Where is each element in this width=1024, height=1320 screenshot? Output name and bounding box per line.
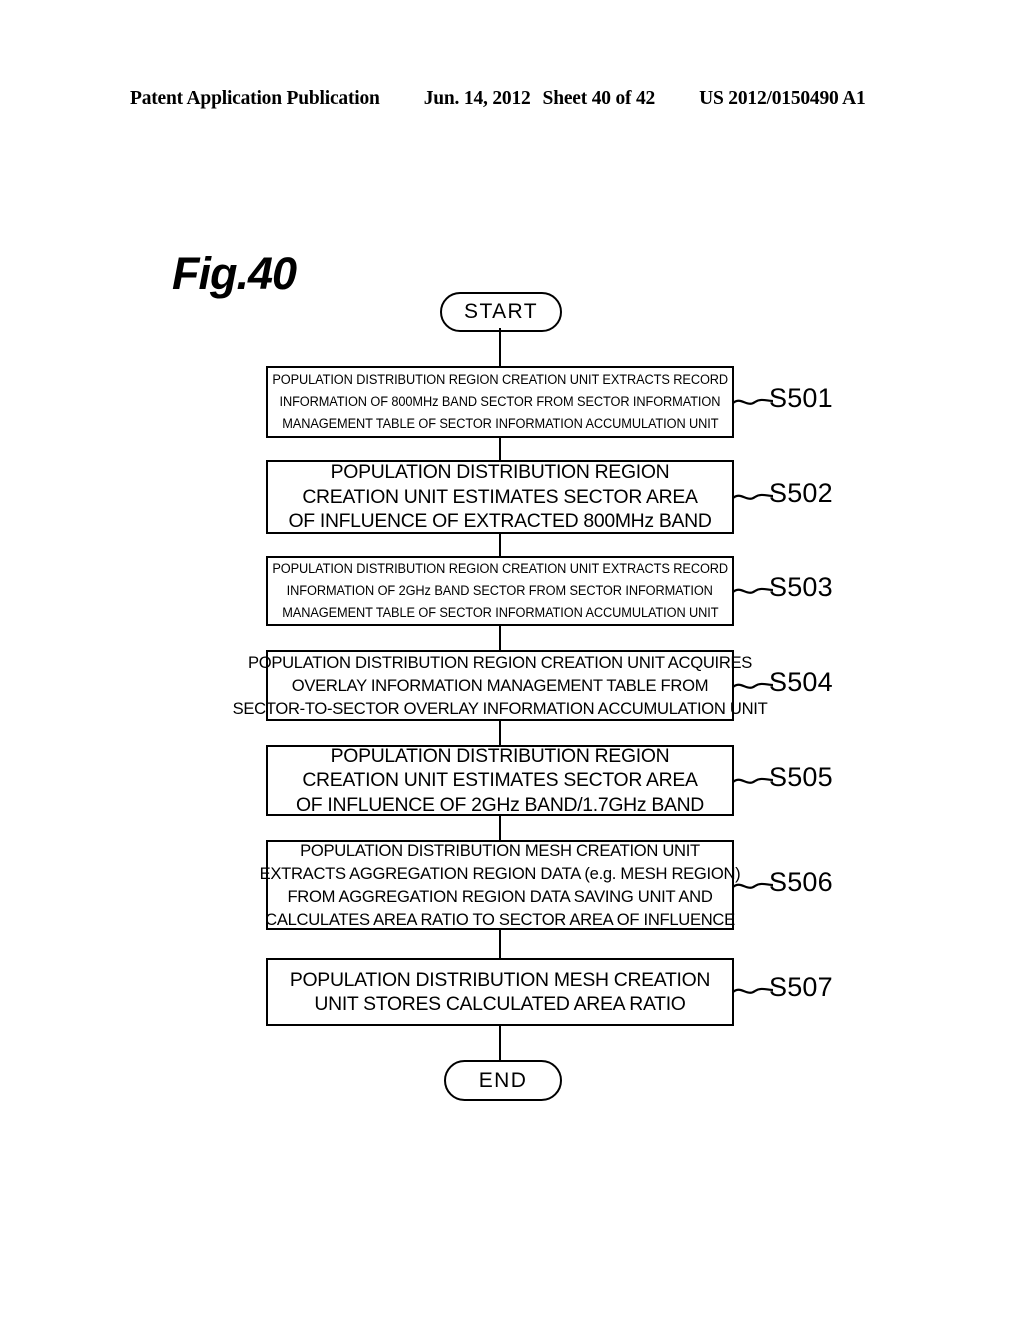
- step-label-s506: S506: [769, 867, 833, 897]
- flowchart-step-s503: POPULATION DISTRIBUTION REGION CREATION …: [266, 556, 734, 626]
- step-s502-leader-line: [733, 489, 773, 505]
- step-s501-line-3: MANAGEMENT TABLE OF SECTOR INFORMATION A…: [281, 416, 719, 432]
- step-s503-line-3: MANAGEMENT TABLE OF SECTOR INFORMATION A…: [281, 605, 719, 621]
- step-label-s502: S502: [769, 478, 833, 508]
- flowchart-step-s502: POPULATION DISTRIBUTION REGION CREATION …: [266, 460, 734, 534]
- start-node-label: START: [464, 300, 538, 323]
- flowchart-end-node: END: [444, 1060, 562, 1101]
- flowchart-start-node: START: [440, 292, 562, 332]
- step-s507-line-2: UNIT STORES CALCULATED AREA RATIO: [314, 993, 686, 1015]
- flowchart-step-s506: POPULATION DISTRIBUTION MESH CREATION UN…: [260, 840, 741, 930]
- connector-s506-to-s507: [499, 930, 502, 958]
- connector-s501-to-s502: [499, 438, 502, 460]
- flowchart-step-s505: POPULATION DISTRIBUTION REGION CREATION …: [266, 745, 734, 816]
- step-s503-line-1: POPULATION DISTRIBUTION REGION CREATION …: [272, 561, 728, 577]
- connector-s503-to-s504: [499, 626, 502, 650]
- connector-s505-to-s506: [499, 816, 502, 840]
- step-s503-leader-line: [733, 583, 773, 599]
- step-label-s501: S501: [769, 383, 833, 413]
- step-label-s504: S504: [769, 667, 833, 697]
- step-s506-line-1: POPULATION DISTRIBUTION MESH CREATION UN…: [300, 841, 700, 860]
- flowchart-step-s507: POPULATION DISTRIBUTION MESH CREATION UN…: [266, 958, 734, 1026]
- step-s506-line-4: CALCULATES AREA RATIO TO SECTOR AREA OF …: [265, 910, 735, 929]
- step-s506-leader-line: [733, 878, 773, 894]
- connector-start-to-s501: [499, 328, 502, 366]
- step-s503-line-2: INFORMATION OF 2GHz BAND SECTOR FROM SEC…: [286, 583, 714, 599]
- flowchart-step-s504: POPULATION DISTRIBUTION REGION CREATION …: [233, 650, 768, 721]
- step-s504-line-3: SECTOR-TO-SECTOR OVERLAY INFORMATION ACC…: [232, 699, 768, 718]
- step-label-s507: S507: [769, 972, 833, 1002]
- step-s502-line-3: OF INFLUENCE OF EXTRACTED 800MHz BAND: [288, 510, 712, 533]
- connector-s504-to-s505: [499, 721, 502, 745]
- step-s502-line-1: POPULATION DISTRIBUTION REGION: [330, 461, 670, 484]
- flowchart-step-s501: POPULATION DISTRIBUTION REGION CREATION …: [266, 366, 734, 438]
- end-node-label: END: [478, 1068, 528, 1092]
- step-label-s503: S503: [769, 572, 833, 602]
- step-s505-line-1: POPULATION DISTRIBUTION REGION: [330, 744, 670, 767]
- step-s504-line-1: POPULATION DISTRIBUTION REGION CREATION …: [247, 653, 753, 672]
- connector-s502-to-s503: [499, 534, 502, 556]
- step-s505-line-2: CREATION UNIT ESTIMATES SECTOR AREA: [302, 769, 698, 792]
- step-s505-leader-line: [733, 773, 773, 789]
- flowchart-diagram: START POPULATION DISTRIBUTION REGION CRE…: [0, 0, 1024, 1320]
- step-s506-line-2: EXTRACTS AGGREGATION REGION DATA (e.g. M…: [259, 864, 741, 883]
- step-s504-line-2: OVERLAY INFORMATION MANAGEMENT TABLE FRO…: [291, 676, 709, 695]
- step-s507-leader-line: [733, 983, 773, 999]
- step-s504-leader-line: [733, 678, 773, 694]
- step-s502-line-2: CREATION UNIT ESTIMATES SECTOR AREA: [302, 485, 698, 508]
- step-s505-line-3: OF INFLUENCE OF 2GHz BAND/1.7GHz BAND: [295, 793, 705, 816]
- step-s501-line-2: INFORMATION OF 800MHz BAND SECTOR FROM S…: [279, 394, 721, 410]
- step-s506-line-3: FROM AGGREGATION REGION DATA SAVING UNIT…: [287, 887, 713, 906]
- connector-s507-to-end: [499, 1026, 502, 1060]
- step-s501-line-1: POPULATION DISTRIBUTION REGION CREATION …: [272, 372, 728, 388]
- step-label-s505: S505: [769, 762, 833, 792]
- step-s501-leader-line: [733, 394, 773, 410]
- step-s507-line-1: POPULATION DISTRIBUTION MESH CREATION: [289, 968, 711, 991]
